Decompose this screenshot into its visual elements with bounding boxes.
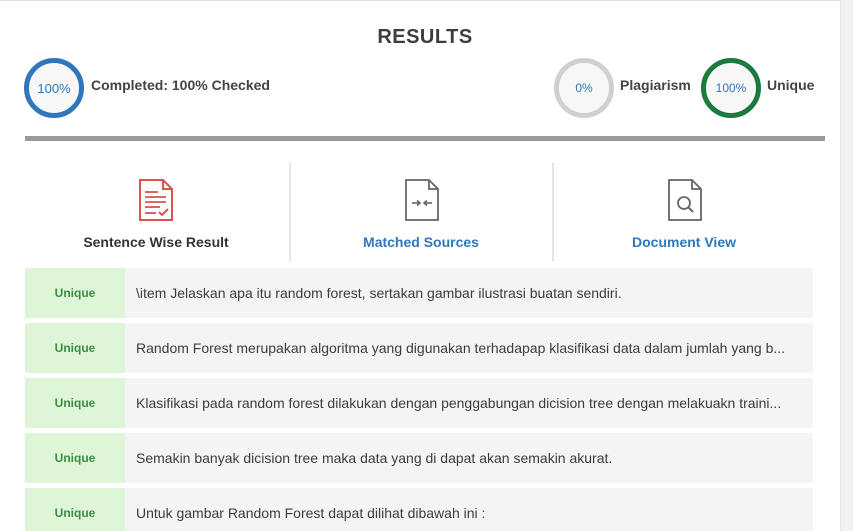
sentence-text: Semakin banyak dicision tree maka data y…	[136, 450, 613, 466]
plagiarism-circle: 0%	[554, 58, 614, 118]
status-badge: Unique	[25, 488, 125, 531]
status-badge: Unique	[25, 268, 125, 318]
scrollbar[interactable]	[840, 0, 853, 531]
sentence-text: Untuk gambar Random Forest dapat dilihat…	[136, 505, 486, 521]
page-title: RESULTS	[377, 26, 473, 48]
progress-divider	[25, 136, 825, 141]
sentence-text: \item Jelaskan apa itu random forest, se…	[136, 285, 622, 301]
sentence-text: Klasifikasi pada random forest dilakukan…	[136, 395, 782, 411]
result-row[interactable]: Unique Klasifikasi pada random forest di…	[25, 378, 813, 428]
document-arrows-icon	[405, 179, 439, 221]
tab-label: Sentence Wise Result	[83, 234, 229, 250]
status-badge: Unique	[25, 433, 125, 483]
completed-value: 100%	[37, 80, 71, 96]
status-badge: Unique	[25, 378, 125, 428]
completed-label: Completed: 100% Checked	[91, 77, 270, 93]
plagiarism-value: 0%	[575, 81, 593, 95]
result-row[interactable]: Unique Random Forest merupakan algoritma…	[25, 323, 813, 373]
document-search-icon	[668, 179, 702, 221]
result-row[interactable]: Unique Semakin banyak dicision tree maka…	[25, 433, 813, 483]
sentence-text: Random Forest merupakan algoritma yang d…	[136, 340, 786, 356]
tab-document-view[interactable]: Document View	[552, 163, 814, 261]
unique-value: 100%	[715, 81, 747, 95]
unique-label: Unique	[767, 77, 815, 93]
tab-sentence-wise-result[interactable]: Sentence Wise Result	[25, 163, 287, 261]
plagiarism-label: Plagiarism	[620, 77, 691, 93]
document-check-icon	[139, 179, 173, 221]
top-border	[0, 0, 840, 1]
result-row[interactable]: Unique \item Jelaskan apa itu random for…	[25, 268, 813, 318]
tab-matched-sources[interactable]: Matched Sources	[289, 163, 551, 261]
completed-progress-circle: 100%	[24, 58, 84, 118]
result-row[interactable]: Unique Untuk gambar Random Forest dapat …	[25, 488, 813, 531]
tab-label: Document View	[632, 234, 736, 250]
unique-circle: 100%	[701, 58, 761, 118]
status-badge: Unique	[25, 323, 125, 373]
tab-label: Matched Sources	[363, 234, 479, 250]
